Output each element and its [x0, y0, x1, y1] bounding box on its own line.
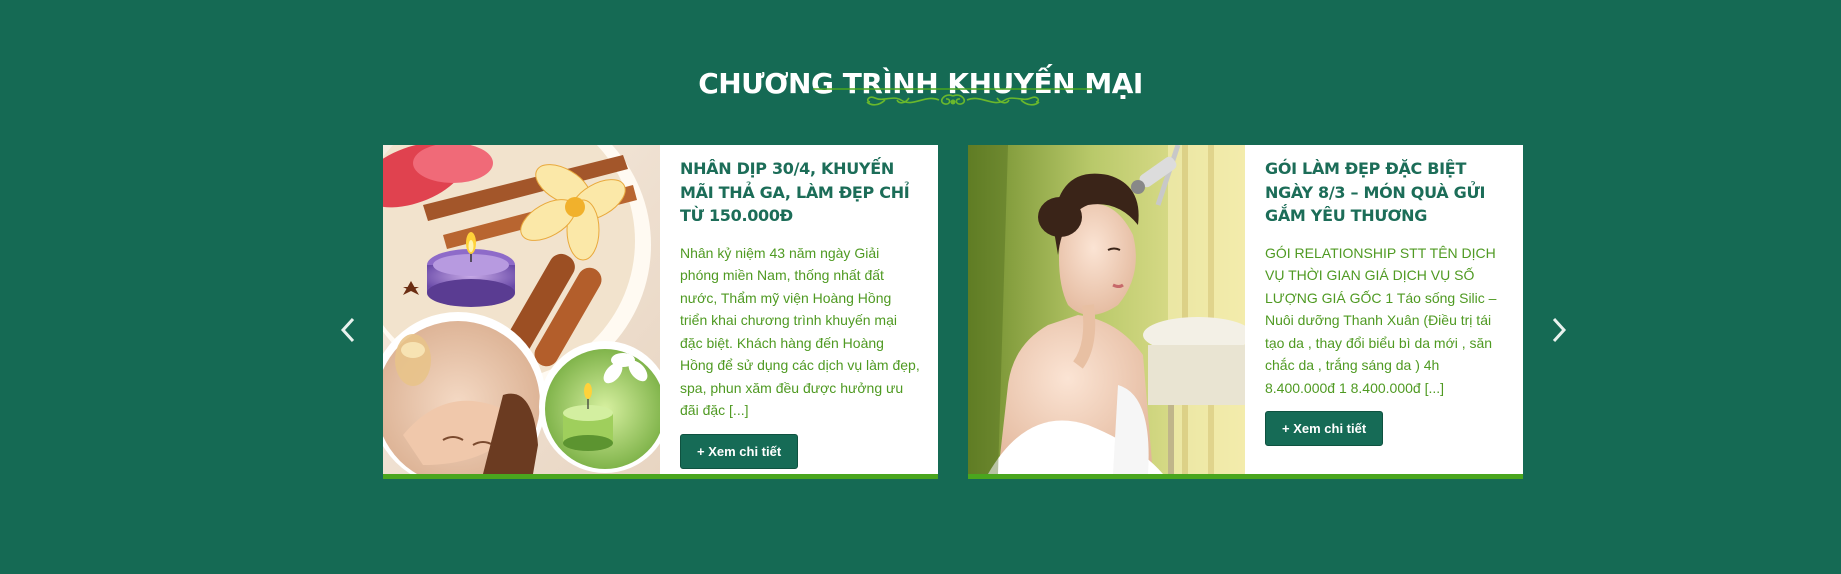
chevron-left-icon	[334, 312, 364, 348]
chevron-right-icon	[1543, 312, 1573, 348]
promo-excerpt: GÓI RELATIONSHIP STT TÊN DỊCH VỤ THỜI GI…	[1265, 244, 1497, 396]
promo-card: GÓI LÀM ĐẸP ĐẶC BIỆT NGÀY 8/3 – MÓN QUÀ …	[968, 145, 1523, 479]
carousel-prev-button[interactable]	[334, 312, 364, 348]
promo-title[interactable]: NHÂN DỊP 30/4, KHUYẾN MÃI THẢ GA, LÀM ĐẸ…	[680, 157, 920, 228]
promo-image-spa-woman[interactable]	[968, 145, 1245, 474]
carousel-next-button[interactable]	[1543, 312, 1573, 348]
promo-card: NHÂN DỊP 30/4, KHUYẾN MÃI THẢ GA, LÀM ĐẸ…	[383, 145, 938, 479]
promo-excerpt: Nhân kỷ niệm 43 năm ngày Giải phóng miền…	[680, 244, 920, 419]
promo-title[interactable]: GÓI LÀM ĐẸP ĐẶC BIỆT NGÀY 8/3 – MÓN QUÀ …	[1265, 157, 1505, 228]
ornamental-divider	[813, 86, 1093, 112]
view-details-button[interactable]: + Xem chi tiết	[680, 433, 799, 469]
promo-image-spa-collage[interactable]	[383, 145, 660, 474]
view-details-button[interactable]: + Xem chi tiết	[1265, 411, 1384, 446]
